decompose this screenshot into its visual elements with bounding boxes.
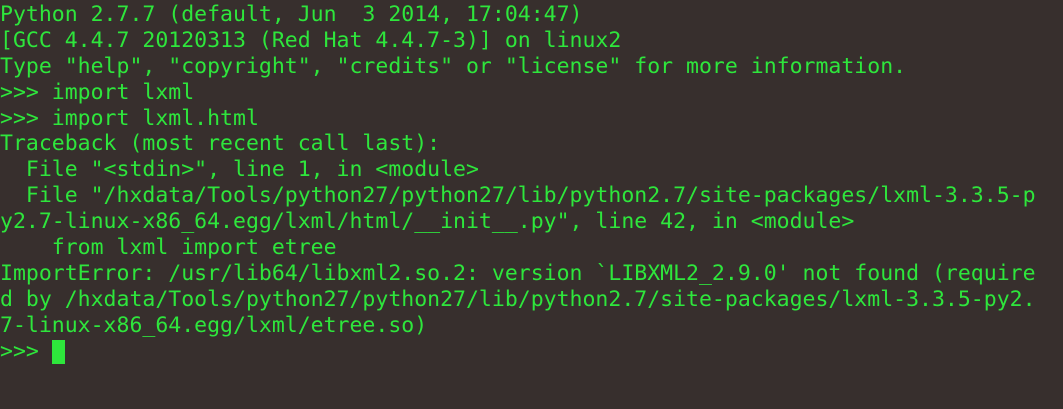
terminal-line-python-version: Python 2.7.7 (default, Jun 3 2014, 17:04…	[0, 2, 583, 27]
traceback-frame-init-path-cont: y2.7-linux-x86_64.egg/lxml/html/__init__…	[0, 209, 855, 235]
terminal-line-import-lxml: >>> import lxml	[0, 79, 195, 105]
command-prompt-line[interactable]: >>>	[0, 339, 1063, 365]
traceback-header: Traceback (most recent call last):	[0, 131, 441, 157]
text-cursor	[51, 339, 65, 364]
terminal-line-import-lxml-html: >>> import lxml.html	[0, 105, 259, 131]
terminal-line-help-hint: Type "help", "copyright", "credits" or "…	[0, 53, 907, 79]
prompt-symbol: >>>	[0, 338, 52, 364]
import-error-message-cont-2: 7-linux-x86_64.egg/lxml/etree.so)	[0, 312, 428, 338]
traceback-frame-stdin: File "<stdin>", line 1, in <module>	[0, 157, 479, 183]
traceback-source-line: from lxml import etree	[0, 235, 337, 261]
import-error-message-cont-1: d by /hxdata/Tools/python27/python27/lib…	[0, 286, 1036, 312]
terminal-window[interactable]: Python 2.7.7 (default, Jun 3 2014, 17:04…	[0, 0, 1063, 409]
terminal-line-gcc-info: [GCC 4.4.7 20120313 (Red Hat 4.4.7-3)] o…	[0, 27, 622, 53]
import-error-message: ImportError: /usr/lib64/libxml2.so.2: ve…	[0, 260, 1036, 286]
traceback-frame-init-path: File "/hxdata/Tools/python27/python27/li…	[0, 183, 1036, 209]
